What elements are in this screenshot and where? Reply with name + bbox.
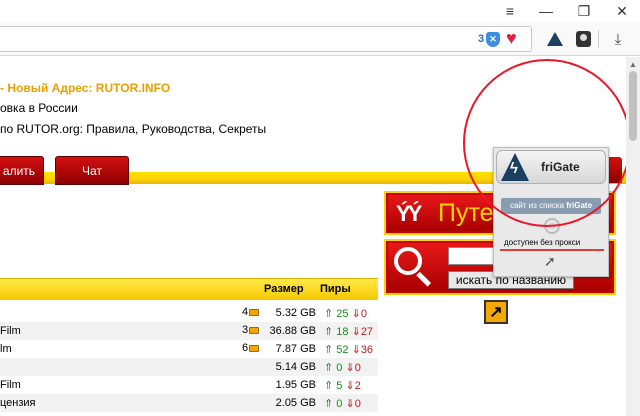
page-content: - Новый Адрес: RUTOR.INFO овка в России … — [0, 57, 626, 416]
minimize-button[interactable]: — — [528, 0, 564, 22]
extension-icon[interactable] — [573, 29, 593, 49]
leech-count: 0 — [360, 308, 367, 320]
people-icon: ÝÝ — [396, 201, 422, 226]
leech-count: 27 — [360, 326, 374, 338]
browser-toolbar: 3 ✕ ♥ ⤓ — [0, 22, 640, 56]
leech-count: 2 — [354, 380, 361, 392]
table-row[interactable]: Film 3 36.88 GB ⇑ 18 ⇓27 — [0, 322, 378, 340]
seed-arrow-icon: ⇑ — [324, 398, 337, 410]
toolbar-separator — [598, 30, 599, 48]
scroll-up-icon[interactable]: ▲ — [626, 57, 640, 71]
download-icon[interactable]: ⤓ — [608, 29, 628, 49]
torrent-peers: ⇑ 25 ⇓0 — [324, 307, 367, 320]
table-row[interactable]: цензия 2.05 GB ⇑ 0 ⇓0 — [0, 394, 378, 412]
status-underline — [500, 249, 604, 251]
torrent-peers: ⇑ 5 ⇓2 — [324, 379, 361, 392]
magnifier-handle-icon — [416, 271, 432, 287]
torrent-peers: ⇑ 0 ⇓0 — [324, 361, 361, 374]
comments-count[interactable]: 4 — [242, 306, 260, 318]
comments-number: 6 — [242, 342, 249, 354]
comments-number: 3 — [242, 324, 249, 336]
leech-arrow-icon: ⇓ — [348, 344, 361, 356]
news-line[interactable]: овка в России — [0, 101, 78, 115]
comment-icon — [249, 308, 260, 316]
restore-button[interactable]: ❐ — [566, 0, 602, 22]
arrow-icon[interactable]: ➚ — [544, 253, 556, 270]
nav-tab-add[interactable]: алить — [0, 156, 44, 185]
torrent-peers: ⇑ 0 ⇓0 — [324, 397, 361, 410]
comment-icon — [249, 344, 260, 352]
scroll-thumb[interactable] — [629, 71, 637, 141]
close-button[interactable]: ✕ — [604, 0, 640, 22]
comments-count[interactable]: 6 — [242, 342, 260, 354]
magnifier-icon — [394, 247, 422, 275]
torrent-size: 1.95 GB — [275, 379, 316, 391]
browser-window: ≡ — ❐ ✕ 3 ✕ ♥ ⤓ - Новый Адрес: RUTOR.INF… — [0, 0, 640, 416]
leech-arrow-icon: ⇓ — [342, 398, 355, 410]
news-title[interactable]: - Новый Адрес: RUTOR.INFO — [0, 81, 170, 95]
torrent-table-header: Размер Пиры — [0, 278, 378, 300]
torrent-size: 7.87 GB — [275, 343, 316, 355]
column-peers[interactable]: Пиры — [320, 283, 351, 295]
leech-arrow-icon: ⇓ — [342, 380, 355, 392]
comment-icon — [249, 326, 260, 334]
badge-count: 3 — [478, 33, 485, 45]
shield-icon[interactable]: ✕ — [486, 32, 500, 47]
leech-arrow-icon: ⇓ — [342, 362, 355, 374]
lock-icon — [575, 31, 591, 47]
menu-icon[interactable]: ≡ — [492, 0, 528, 22]
torrent-size: 5.32 GB — [275, 307, 316, 319]
frigate-extension-icon[interactable] — [545, 29, 565, 49]
seed-arrow-icon: ⇑ — [324, 326, 337, 338]
table-row[interactable]: 4 5.32 GB ⇑ 25 ⇓0 — [0, 304, 378, 322]
torrent-name[interactable]: цензия — [0, 397, 36, 409]
seed-arrow-icon: ⇑ — [324, 380, 337, 392]
leech-arrow-icon: ⇓ — [348, 308, 361, 320]
proxy-status: доступен без прокси — [504, 238, 581, 247]
torrent-size: 36.88 GB — [269, 325, 316, 337]
leech-arrow-icon: ⇓ — [348, 326, 361, 338]
seed-arrow-icon: ⇑ — [324, 362, 337, 374]
torrent-size: 5.14 GB — [275, 361, 316, 373]
comments-count[interactable]: 3 — [242, 324, 260, 336]
torrent-name[interactable]: lm — [0, 343, 12, 355]
heart-icon[interactable]: ♥ — [506, 28, 517, 49]
arrow-up-right-icon[interactable]: ↗ — [484, 300, 508, 324]
table-row[interactable]: 5.14 GB ⇑ 0 ⇓0 — [0, 358, 378, 376]
torrent-peers: ⇑ 18 ⇓27 — [324, 325, 373, 338]
table-row[interactable]: lm 6 7.87 GB ⇑ 52 ⇓36 — [0, 340, 378, 358]
seed-arrow-icon: ⇑ — [324, 344, 337, 356]
scrollbar[interactable]: ▲ — [626, 57, 640, 416]
nav-tab-chat[interactable]: Чат — [55, 156, 129, 185]
column-size[interactable]: Размер — [264, 283, 304, 295]
news-line[interactable]: по RUTOR.org: Правила, Руководства, Секр… — [0, 122, 266, 136]
table-row[interactable]: Film 1.95 GB ⇑ 5 ⇓2 — [0, 376, 378, 394]
frigate-logo-icon — [547, 32, 563, 46]
leech-count: 0 — [354, 398, 361, 410]
seed-count: 25 — [336, 308, 349, 320]
leech-count: 0 — [354, 362, 361, 374]
seed-count: 52 — [336, 344, 349, 356]
seed-arrow-icon: ⇑ — [324, 308, 337, 320]
title-bar: ≡ — ❐ ✕ — [0, 0, 640, 22]
highlight-circle — [463, 59, 626, 227]
torrent-peers: ⇑ 52 ⇓36 — [324, 343, 373, 356]
torrent-name[interactable]: Film — [0, 379, 21, 391]
seed-count: 18 — [336, 326, 349, 338]
torrent-name[interactable]: Film — [0, 325, 21, 337]
comments-number: 4 — [242, 306, 249, 318]
address-bar[interactable]: 3 ✕ ♥ — [0, 26, 532, 52]
leech-count: 36 — [360, 344, 374, 356]
torrent-size: 2.05 GB — [275, 397, 316, 409]
